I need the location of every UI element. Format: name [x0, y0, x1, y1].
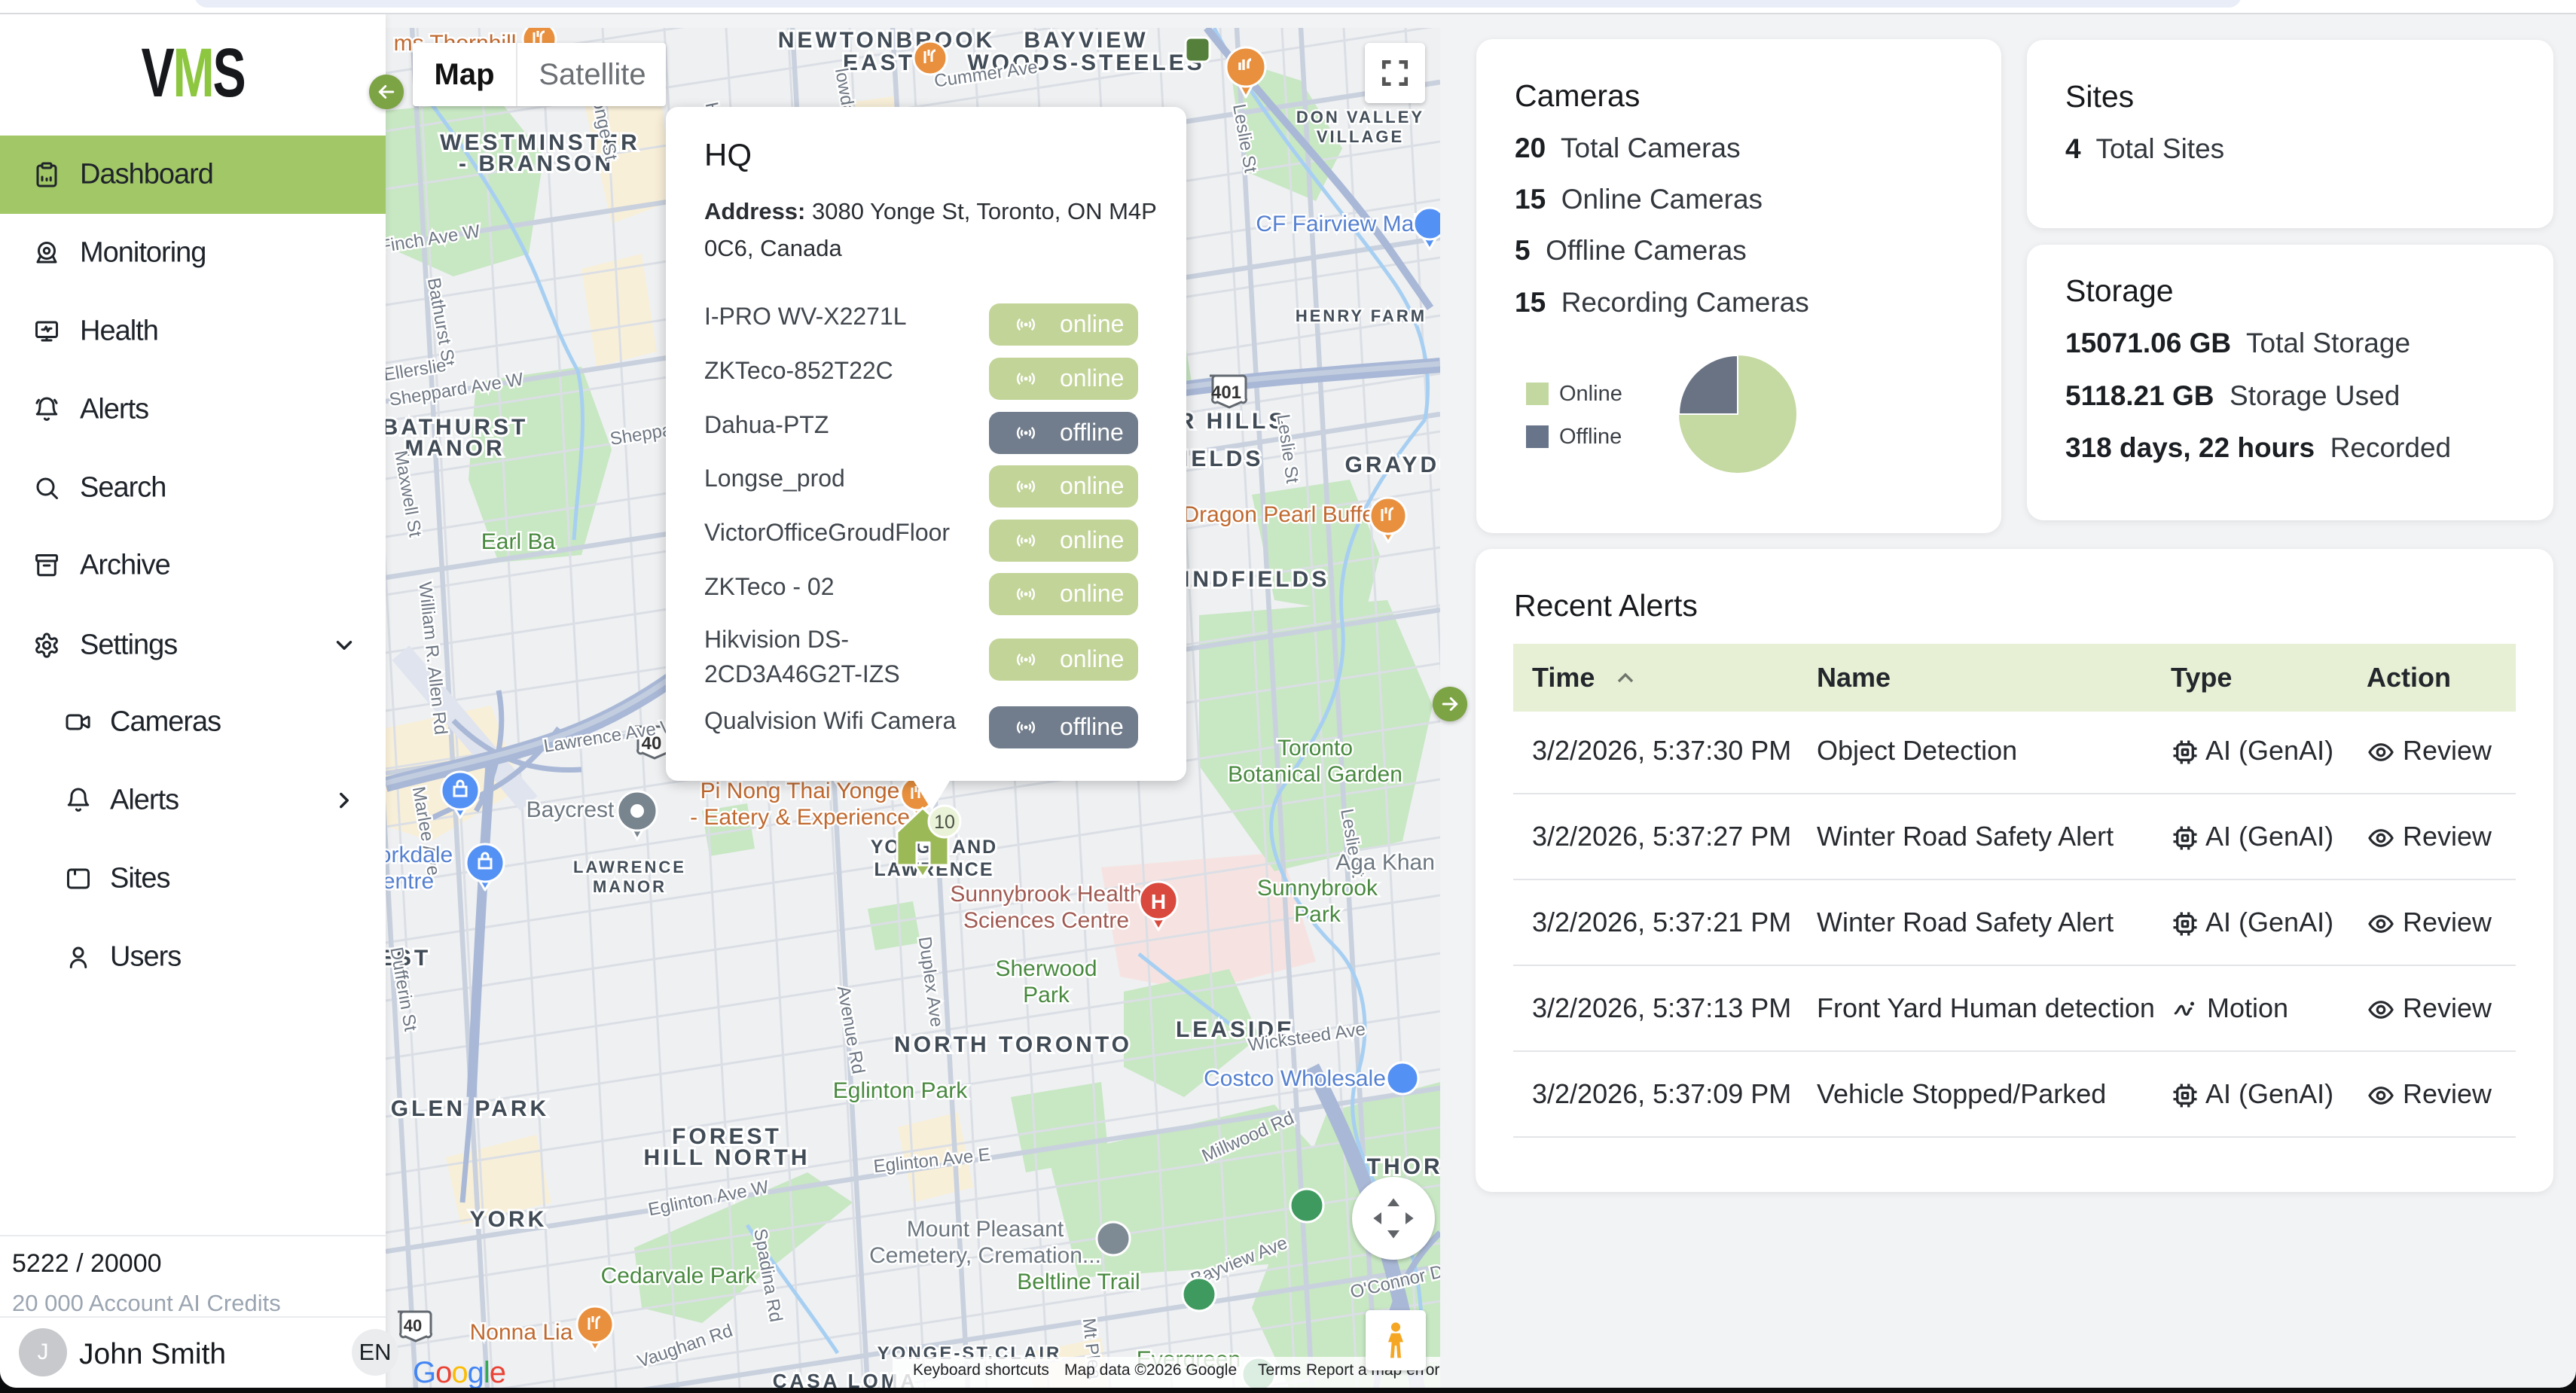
- svg-text:MANOR: MANOR: [593, 877, 667, 896]
- svg-text:401: 401: [1211, 383, 1241, 403]
- svg-text:- BRANSON: - BRANSON: [459, 151, 614, 176]
- svg-text:MANOR: MANOR: [404, 436, 505, 461]
- svg-text:DON VALLEY: DON VALLEY: [1296, 108, 1424, 126]
- svg-text:Sherwood: Sherwood: [995, 956, 1097, 981]
- svg-text:CF Fairview Mall: CF Fairview Mall: [1256, 212, 1424, 236]
- svg-text:LAWRENCE: LAWRENCE: [573, 858, 686, 876]
- svg-text:Nonna Lia: Nonna Lia: [470, 1320, 573, 1345]
- svg-text:Mount Pleasant: Mount Pleasant: [907, 1217, 1064, 1242]
- svg-text:10: 10: [934, 812, 955, 833]
- svg-text:EAST: EAST: [843, 50, 915, 75]
- svg-text:Botanical Garden: Botanical Garden: [1228, 762, 1402, 787]
- svg-text:Earl Ba: Earl Ba: [481, 529, 556, 554]
- svg-text:Costco Wholesale: Costco Wholesale: [1204, 1066, 1386, 1091]
- svg-text:HILL NORTH: HILL NORTH: [643, 1145, 810, 1170]
- svg-text:Aga Khan: Aga Khan: [1335, 850, 1435, 875]
- svg-text:NORTH TORONTO: NORTH TORONTO: [894, 1032, 1132, 1057]
- svg-text:entre: entre: [386, 869, 434, 894]
- svg-text:Park: Park: [1294, 902, 1341, 927]
- svg-text:YORK: YORK: [470, 1207, 548, 1232]
- svg-text:Beltline Trail: Beltline Trail: [1017, 1270, 1140, 1294]
- svg-text:Cemetery, Cremation...: Cemetery, Cremation...: [869, 1243, 1101, 1268]
- svg-text:GRAYDO: GRAYDO: [1345, 453, 1440, 477]
- svg-text:Pi Nong Thai Yonge: Pi Nong Thai Yonge: [700, 779, 900, 803]
- svg-text:BAYVIEW: BAYVIEW: [1024, 28, 1148, 53]
- svg-text:Park: Park: [1023, 983, 1070, 1007]
- svg-text:- Eatery & Experience: - Eatery & Experience: [690, 805, 910, 830]
- svg-text:HENRY FARM: HENRY FARM: [1296, 306, 1427, 325]
- svg-text:Cedarvale Park: Cedarvale Park: [601, 1263, 758, 1288]
- svg-text:Baycrest: Baycrest: [526, 797, 615, 822]
- svg-text:Sciences Centre: Sciences Centre: [963, 908, 1129, 933]
- svg-text:Sunnybrook Health: Sunnybrook Health: [950, 882, 1142, 907]
- svg-text:H: H: [1151, 890, 1166, 913]
- svg-text:Eglinton Park: Eglinton Park: [833, 1078, 968, 1103]
- svg-text:NEWTONBROOK: NEWTONBROOK: [778, 28, 995, 53]
- svg-text:GLEN PARK: GLEN PARK: [391, 1096, 549, 1121]
- svg-text:orkdale: orkdale: [386, 843, 453, 867]
- svg-text:Dragon Pearl Buffet: Dragon Pearl Buffet: [1183, 502, 1382, 527]
- svg-text:Toronto: Toronto: [1277, 736, 1353, 761]
- svg-text:THORNCL: THORNCL: [1367, 1154, 1440, 1179]
- svg-text:VILLAGE: VILLAGE: [1317, 127, 1404, 146]
- svg-text:40: 40: [404, 1316, 422, 1335]
- svg-text:Sunnybrook: Sunnybrook: [1257, 876, 1378, 901]
